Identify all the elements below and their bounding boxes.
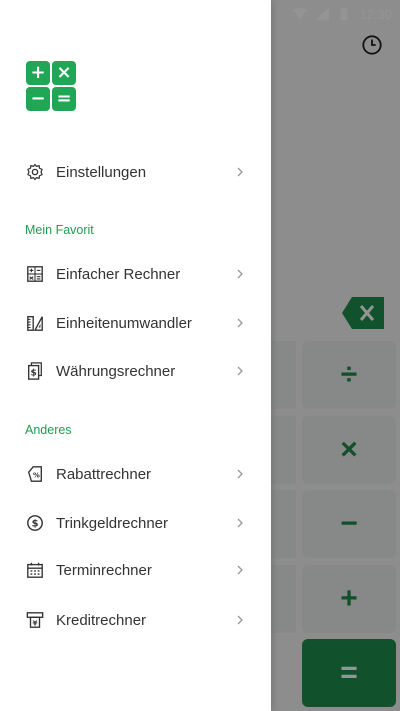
app-logo: + × − = xyxy=(26,61,76,111)
ruler-icon xyxy=(25,313,45,333)
logo-plus: + xyxy=(26,61,50,85)
menu-item-label: Einstellungen xyxy=(56,163,147,181)
menu-item-label: Kreditrechner xyxy=(56,611,147,629)
calculator-icon xyxy=(25,264,45,284)
chevron-right-icon xyxy=(237,167,243,177)
discount-tag-icon: % xyxy=(25,464,45,484)
menu-item-settings[interactable]: Einstellungen xyxy=(0,150,271,194)
chevron-right-icon xyxy=(237,318,243,328)
chevron-right-icon xyxy=(237,469,243,479)
logo-minus: − xyxy=(26,87,50,111)
menu-item-label: Währungsrechner xyxy=(56,362,176,380)
gear-icon xyxy=(25,162,45,182)
chevron-right-icon xyxy=(237,565,243,575)
menu-item-currency-converter[interactable]: $ Währungsrechner xyxy=(0,349,271,393)
menu-item-label: Terminrechner xyxy=(56,561,152,579)
section-header-other: Anderes xyxy=(25,423,72,437)
chevron-right-icon xyxy=(237,615,243,625)
svg-text:$: $ xyxy=(32,519,39,530)
svg-text:$: $ xyxy=(31,369,37,379)
calendar-icon xyxy=(25,560,45,580)
menu-item-loan-calculator[interactable]: ¥ Kreditrechner xyxy=(0,598,271,642)
menu-item-label: Einheitenumwandler xyxy=(56,314,192,332)
loan-icon: ¥ xyxy=(25,610,45,630)
chevron-right-icon xyxy=(237,366,243,376)
menu-item-label: Trinkgeldrechner xyxy=(56,514,168,532)
navigation-drawer: + × − = Einstellungen Mein Favorit Einfa… xyxy=(0,0,271,711)
menu-item-unit-converter[interactable]: Einheitenumwandler xyxy=(0,301,271,345)
menu-item-tip-calculator[interactable]: $ Trinkgeldrechner xyxy=(0,501,271,545)
chevron-right-icon xyxy=(237,269,243,279)
chevron-right-icon xyxy=(237,518,243,528)
dollar-coin-icon: $ xyxy=(25,513,45,533)
svg-text:%: % xyxy=(33,472,40,480)
logo-equals: = xyxy=(52,87,76,111)
menu-item-label: Rabattrechner xyxy=(56,465,152,483)
menu-item-simple-calculator[interactable]: Einfacher Rechner xyxy=(0,252,271,296)
svg-text:¥: ¥ xyxy=(32,618,37,627)
currency-icon: $ xyxy=(25,361,45,381)
menu-item-label: Einfacher Rechner xyxy=(56,265,181,283)
menu-item-discount-calculator[interactable]: % Rabattrechner xyxy=(0,452,271,496)
logo-times: × xyxy=(52,61,76,85)
section-header-favorites: Mein Favorit xyxy=(25,223,94,237)
menu-item-date-calculator[interactable]: Terminrechner xyxy=(0,548,271,592)
